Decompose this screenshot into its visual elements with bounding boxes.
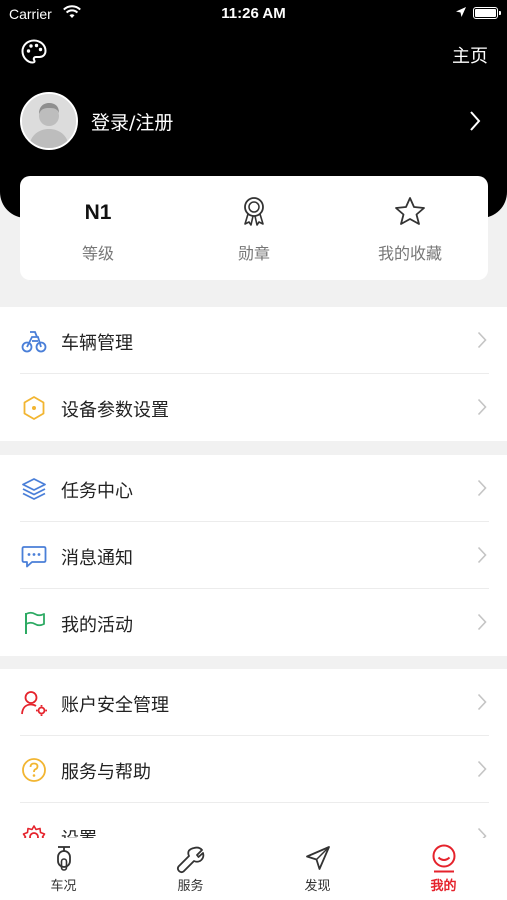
chevron-right-icon <box>477 398 487 420</box>
chevron-right-icon <box>477 827 487 838</box>
menu-item-service-help[interactable]: 服务与帮助 <box>0 736 507 803</box>
level-label: 等级 <box>81 244 114 263</box>
tab-service[interactable]: 服务 <box>127 838 254 900</box>
chevron-right-icon <box>477 760 487 782</box>
message-icon <box>20 542 48 570</box>
battery-icon <box>473 7 501 19</box>
layers-icon <box>20 475 48 503</box>
menu-section-vehicle: 车辆管理 设备参数设置 <box>0 307 507 441</box>
navigate-icon <box>304 844 332 874</box>
menu-item-task-center[interactable]: 任务中心 <box>0 455 507 522</box>
chevron-right-icon <box>477 693 487 715</box>
chevron-right-icon <box>477 331 487 353</box>
menu-section-account: 账户安全管理 服务与帮助 设置 <box>0 669 507 838</box>
location-arrow-icon <box>455 6 467 22</box>
chevron-right-icon <box>477 613 487 635</box>
menu-item-device-settings[interactable]: 设备参数设置 <box>0 374 507 441</box>
device-hex-icon <box>20 394 48 422</box>
medal-stat[interactable]: 勋章 <box>176 176 332 280</box>
scooter-icon <box>51 844 77 874</box>
menu-label: 设置 <box>61 825 97 838</box>
palette-icon[interactable] <box>20 38 48 70</box>
level-stat[interactable]: N1 等级 <box>20 176 176 280</box>
tab-vehicle-status[interactable]: 车况 <box>0 838 127 900</box>
tab-discover[interactable]: 发现 <box>254 838 381 900</box>
menu-label: 消息通知 <box>61 548 133 569</box>
chevron-right-icon[interactable] <box>469 110 481 136</box>
menu-section-activity: 任务中心 消息通知 我的活动 <box>0 455 507 656</box>
avatar[interactable] <box>20 92 78 150</box>
tab-label: 服务 <box>177 879 204 894</box>
menu-item-notifications[interactable]: 消息通知 <box>0 522 507 589</box>
help-icon <box>20 756 48 784</box>
star-icon <box>394 196 426 230</box>
menu-label: 我的活动 <box>61 615 133 636</box>
tab-mine[interactable]: 我的 <box>380 838 507 900</box>
wrench-icon <box>176 844 206 874</box>
tab-label: 发现 <box>304 879 331 894</box>
vehicle-icon <box>20 327 48 355</box>
menu-label: 车辆管理 <box>61 333 133 354</box>
profile-icon <box>430 844 458 874</box>
status-bar: Carrier 11:26 AM <box>0 0 507 30</box>
chevron-right-icon <box>477 546 487 568</box>
tab-label: 车况 <box>50 879 77 894</box>
login-row[interactable]: 登录/注册 <box>20 92 487 150</box>
tab-label: 我的 <box>430 879 457 894</box>
tab-bar: 车况 服务 发现 我的 <box>0 838 507 900</box>
menu-label: 账户安全管理 <box>61 695 169 716</box>
menu-label: 设备参数设置 <box>61 400 169 421</box>
menu-item-settings[interactable]: 设置 <box>0 803 507 838</box>
flag-icon <box>20 609 48 637</box>
login-register-label[interactable]: 登录/注册 <box>91 108 173 135</box>
medal-icon <box>239 195 269 231</box>
status-time: 11:26 AM <box>221 5 286 22</box>
settings-icon <box>20 823 48 838</box>
menu-item-account-security[interactable]: 账户安全管理 <box>0 669 507 736</box>
home-link[interactable]: 主页 <box>452 42 488 68</box>
medal-label: 勋章 <box>237 244 270 263</box>
favorites-stat[interactable]: 我的收藏 <box>332 176 488 280</box>
menu-item-my-activities[interactable]: 我的活动 <box>0 589 507 656</box>
user-gear-icon <box>20 689 48 717</box>
level-value: N1 <box>84 201 112 224</box>
menu-label: 服务与帮助 <box>61 762 151 783</box>
chevron-right-icon <box>477 479 487 501</box>
favorites-label: 我的收藏 <box>377 244 442 263</box>
menu-item-vehicle-management[interactable]: 车辆管理 <box>0 307 507 374</box>
stats-card: N1 等级 勋章 我的收藏 <box>20 176 488 280</box>
menu-label: 任务中心 <box>61 481 133 502</box>
